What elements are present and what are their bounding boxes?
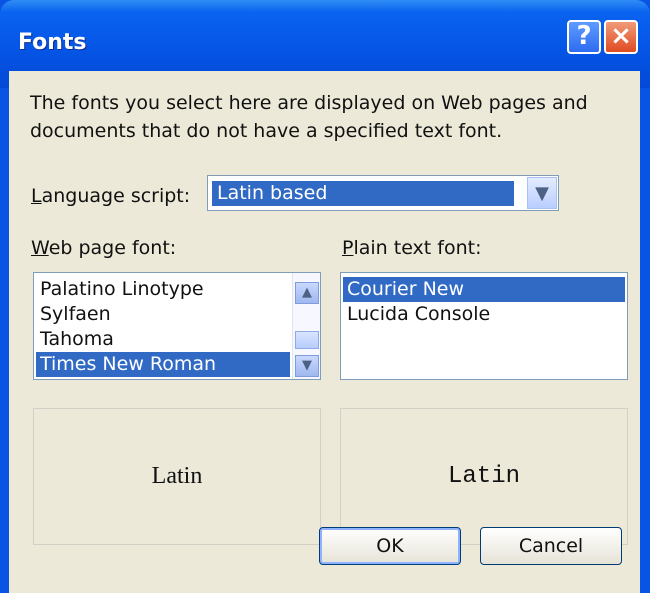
web-page-font-listbox[interactable]: Palatino Linotype Sylfaen Tahoma Times N… [33, 272, 321, 380]
language-script-dropdown[interactable]: Latin based ▼ [207, 175, 559, 211]
scroll-down-icon[interactable]: ▼ [295, 355, 319, 377]
intro-text: The fonts you select here are displayed … [30, 92, 588, 142]
scroll-thumb[interactable] [295, 331, 319, 349]
help-button[interactable]: ? [567, 20, 601, 54]
language-script-value: Latin based [212, 181, 514, 206]
plain-text-font-label: Plain text font: [342, 237, 482, 259]
dialog-content: The fonts you select here are displayed … [9, 71, 640, 593]
list-item-selected[interactable]: Courier New [343, 277, 625, 302]
cancel-button[interactable]: Cancel [480, 527, 622, 565]
ok-button[interactable]: OK [319, 527, 461, 565]
list-item[interactable]: Tahoma [36, 327, 290, 352]
list-item[interactable]: Lucida Console [343, 302, 625, 327]
plain-text-font-listbox[interactable]: Courier New Lucida Console [340, 272, 628, 380]
list-item-selected[interactable]: Times New Roman [36, 352, 290, 377]
list-item[interactable]: Palatino Linotype [36, 277, 290, 302]
fonts-dialog-window: Fonts ? × The fonts you select here are … [0, 0, 650, 593]
web-font-list: Palatino Linotype Sylfaen Tahoma Times N… [36, 277, 290, 377]
dialog-title: Fonts [18, 30, 87, 55]
web-page-font-label: Web page font: [31, 237, 177, 259]
web-font-scrollbar[interactable]: ▲ ▼ [292, 273, 320, 379]
language-script-label: Language script: [31, 185, 191, 207]
plain-font-preview: Latin [340, 408, 628, 545]
web-font-preview: Latin [33, 408, 321, 545]
chevron-down-icon[interactable]: ▼ [527, 177, 557, 209]
list-item[interactable]: Sylfaen [36, 302, 290, 327]
close-button[interactable]: × [604, 20, 638, 54]
scroll-up-icon[interactable]: ▲ [295, 282, 319, 304]
plain-font-list: Courier New Lucida Console [343, 277, 625, 327]
